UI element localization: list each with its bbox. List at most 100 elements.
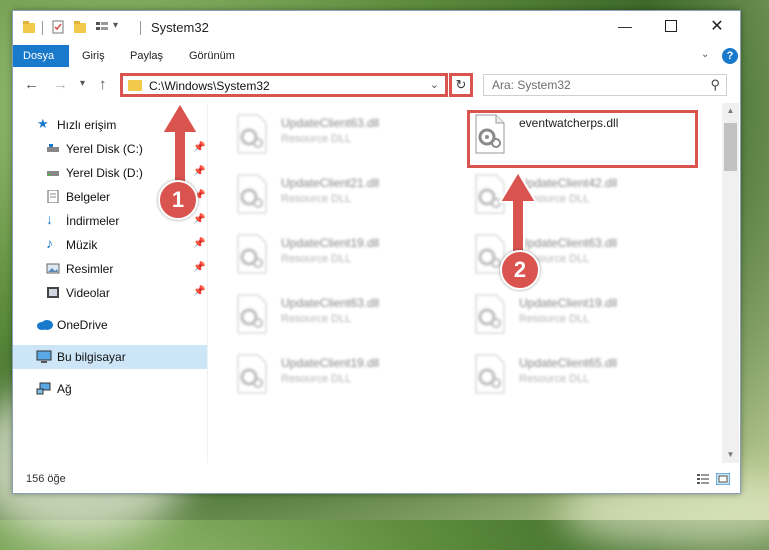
search-icon: ⚲ bbox=[710, 77, 720, 92]
file-description: Resource DLL bbox=[281, 193, 352, 205]
star-icon: ★ bbox=[37, 116, 49, 131]
sidebar-item-network[interactable]: Ağ bbox=[13, 377, 207, 401]
scroll-down-icon[interactable]: ▼ bbox=[722, 447, 739, 463]
sidebar-item-music[interactable]: ♪ Müzik 📌 bbox=[13, 233, 207, 257]
search-placeholder: Ara: System32 bbox=[492, 78, 571, 92]
title-bar: ▾ System32 — ✕ bbox=[13, 11, 740, 45]
recent-locations-icon[interactable]: ▾ bbox=[80, 78, 85, 89]
dll-file-icon bbox=[237, 234, 267, 274]
sidebar-item-label: İndirmeler bbox=[66, 214, 120, 228]
back-arrow-icon[interactable]: ← bbox=[24, 76, 39, 93]
pictures-icon bbox=[46, 263, 60, 274]
large-icons-view-icon[interactable] bbox=[716, 473, 730, 485]
maximize-icon bbox=[665, 20, 677, 32]
pin-icon[interactable]: 📌 bbox=[193, 262, 205, 273]
minimize-button[interactable]: — bbox=[602, 11, 648, 41]
new-folder-icon[interactable] bbox=[73, 20, 87, 34]
pin-icon[interactable]: 📌 bbox=[193, 238, 205, 249]
file-item[interactable]: UpdateClient63.dll Resource DLL bbox=[234, 293, 464, 343]
sidebar-item-label: Ağ bbox=[57, 382, 72, 396]
item-count: 156 öğe bbox=[26, 473, 66, 485]
title-separator bbox=[42, 21, 43, 35]
address-path: C:\Windows\System32 bbox=[149, 79, 270, 93]
file-name: UpdateClient21.dll bbox=[281, 176, 380, 190]
status-bar: 156 öğe bbox=[13, 467, 740, 493]
dll-file-icon bbox=[237, 114, 267, 154]
view-options-icon[interactable] bbox=[95, 20, 109, 34]
refresh-button[interactable]: ↻ bbox=[449, 73, 473, 97]
sidebar-item-this-pc[interactable]: Bu bilgisayar bbox=[13, 345, 207, 369]
file-highlight-box bbox=[467, 110, 698, 168]
videos-icon bbox=[47, 287, 59, 298]
file-item[interactable]: UpdateClient19.dll Resource DLL bbox=[472, 293, 702, 343]
sidebar-item-pictures[interactable]: Resimler 📌 bbox=[13, 257, 207, 281]
file-item[interactable]: UpdateClient19.dll Resource DLL bbox=[234, 353, 464, 403]
up-arrow-icon[interactable]: ↑ bbox=[99, 76, 107, 93]
pin-icon[interactable]: 📌 bbox=[193, 286, 205, 297]
sidebar-item-label: Resimler bbox=[66, 262, 114, 276]
chevron-down-icon[interactable]: ⌄ bbox=[430, 78, 439, 91]
tab-file[interactable]: Dosya bbox=[13, 45, 69, 67]
tab-view[interactable]: Görünüm bbox=[179, 45, 245, 67]
sidebar-item-label: Bu bilgisayar bbox=[57, 350, 126, 364]
drive-icon bbox=[47, 171, 59, 176]
title-separator bbox=[140, 21, 141, 35]
expand-ribbon-icon[interactable]: ⌄ bbox=[701, 49, 709, 60]
close-icon: ✕ bbox=[710, 18, 724, 35]
sidebar-item-label: Videolar bbox=[66, 286, 110, 300]
sidebar-item-onedrive[interactable]: OneDrive bbox=[13, 313, 207, 337]
cloud-icon bbox=[37, 320, 53, 330]
network-icon bbox=[36, 382, 51, 395]
file-name: UpdateClient63.dll bbox=[281, 116, 380, 130]
music-icon: ♪ bbox=[46, 235, 53, 251]
sidebar-item-label: Yerel Disk (C:) bbox=[66, 142, 143, 156]
search-input[interactable]: Ara: System32 ⚲ bbox=[483, 74, 727, 96]
address-bar[interactable]: C:\Windows\System32 ⌄ bbox=[120, 73, 448, 97]
customize-toolbar-dropdown-icon[interactable]: ▾ bbox=[113, 20, 118, 31]
download-icon: ↓ bbox=[46, 211, 53, 227]
file-item[interactable]: UpdateClient19.dll Resource DLL bbox=[234, 233, 464, 283]
folder-icon bbox=[128, 80, 142, 91]
scroll-thumb[interactable] bbox=[724, 123, 737, 171]
close-button[interactable]: ✕ bbox=[694, 11, 740, 41]
sidebar-item-videos[interactable]: Videolar 📌 bbox=[13, 281, 207, 305]
dll-file-icon bbox=[475, 354, 505, 394]
file-name: UpdateClient63.dll bbox=[281, 296, 380, 310]
details-view-icon[interactable] bbox=[696, 473, 710, 485]
pin-icon[interactable]: 📌 bbox=[193, 214, 205, 225]
refresh-icon: ↻ bbox=[455, 77, 467, 92]
file-name: UpdateClient65.dll bbox=[519, 356, 618, 370]
sidebar-item-label: Müzik bbox=[66, 238, 98, 252]
sidebar-item-label: OneDrive bbox=[57, 318, 108, 332]
file-item[interactable]: UpdateClient21.dll Resource DLL bbox=[234, 173, 464, 223]
tab-share[interactable]: Paylaş bbox=[120, 45, 173, 67]
explorer-window: ▾ System32 — ✕ Dosya Giriş Paylaş Görünü… bbox=[12, 10, 741, 494]
annotation-badge-2: 2 bbox=[500, 250, 540, 290]
file-name: UpdateClient19.dll bbox=[281, 356, 380, 370]
dll-file-icon bbox=[475, 294, 505, 334]
file-name: UpdateClient19.dll bbox=[519, 296, 618, 310]
vertical-scrollbar[interactable]: ▲ ▼ bbox=[722, 103, 739, 463]
file-description: Resource DLL bbox=[519, 373, 590, 385]
annotation-badge-1: 1 bbox=[158, 180, 198, 220]
forward-arrow-icon[interactable]: → bbox=[53, 76, 68, 93]
window-title: System32 bbox=[151, 20, 209, 35]
maximize-button[interactable] bbox=[648, 11, 694, 41]
file-item[interactable]: UpdateClient65.dll Resource DLL bbox=[472, 353, 702, 403]
file-description: Resource DLL bbox=[281, 253, 352, 265]
documents-icon bbox=[47, 190, 59, 203]
tab-home[interactable]: Giriş bbox=[72, 45, 115, 67]
properties-icon[interactable] bbox=[51, 20, 65, 34]
folder-icon[interactable] bbox=[22, 20, 36, 34]
help-icon[interactable]: ? bbox=[722, 48, 738, 64]
sidebar-item-label: Belgeler bbox=[66, 190, 111, 204]
file-description: Resource DLL bbox=[281, 133, 352, 145]
file-description: Resource DLL bbox=[519, 313, 590, 325]
file-item[interactable]: UpdateClient63.dll Resource DLL bbox=[234, 113, 464, 163]
minimize-icon: — bbox=[618, 18, 632, 34]
ribbon-tabs: Dosya Giriş Paylaş Görünüm ⌄ ? bbox=[13, 45, 740, 68]
sidebar-item-label: Yerel Disk (D:) bbox=[66, 166, 143, 180]
file-description: Resource DLL bbox=[281, 373, 352, 385]
scroll-up-icon[interactable]: ▲ bbox=[722, 103, 739, 119]
computer-icon bbox=[36, 350, 52, 363]
